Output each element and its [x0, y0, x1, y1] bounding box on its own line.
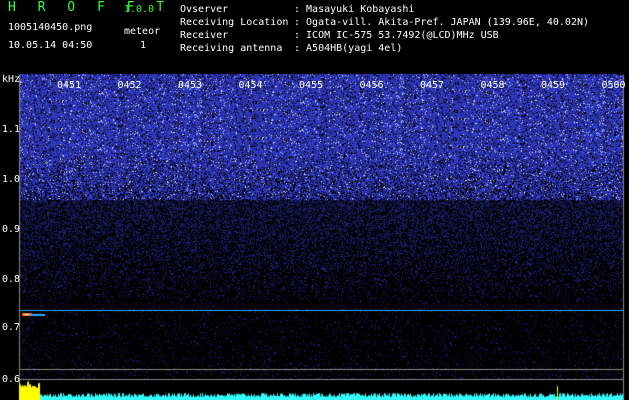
time-tick-label: 0453 — [178, 80, 203, 91]
time-tick-label: 0455 — [299, 80, 324, 91]
datetime: 10.05.14 04:50 — [8, 40, 93, 51]
info-value: : ICOM IC-575 53.7492(@LCD)MHz USB — [294, 30, 499, 41]
freq-tick-label: 1.1 — [2, 124, 21, 135]
time-tick-label: 0458 — [480, 80, 505, 91]
time-tick-label: 0459 — [541, 80, 566, 91]
freq-tick-label: 0.8 — [2, 274, 21, 285]
time-tick-label: 0451 — [57, 80, 82, 91]
freq-tick-label: 0.9 — [2, 224, 21, 235]
info-label: Receiving Location — [180, 17, 289, 28]
meteor-label: meteor — [124, 26, 161, 37]
time-tick-label: 0500 — [601, 80, 626, 91]
info-label: Receiving antenna — [180, 43, 283, 54]
time-tick-label: 0456 — [359, 80, 384, 91]
time-tick-label: 0457 — [420, 80, 445, 91]
app-version: 1.0.0 — [124, 4, 155, 15]
freq-unit-label: kHz — [2, 74, 21, 85]
freq-tick-label: 0.6 — [2, 374, 21, 385]
time-tick-label: 0454 — [238, 80, 263, 91]
info-value: : Ogata-vill. Akita-Pref. JAPAN (139.96E… — [294, 17, 590, 28]
info-label: Receiver — [180, 30, 229, 41]
freq-tick-label: 0.7 — [2, 322, 21, 333]
time-tick-label: 0452 — [117, 80, 142, 91]
info-label: Ovserver — [180, 4, 229, 15]
info-value: : Masayuki Kobayashi — [294, 4, 415, 15]
meteor-count: 1 — [140, 40, 147, 51]
spectrogram-canvas — [0, 0, 629, 400]
info-value: : A504HB(yagi 4el) — [294, 43, 403, 54]
filename: 1005140450.png — [8, 22, 93, 33]
freq-tick-label: 1.0 — [2, 174, 21, 185]
